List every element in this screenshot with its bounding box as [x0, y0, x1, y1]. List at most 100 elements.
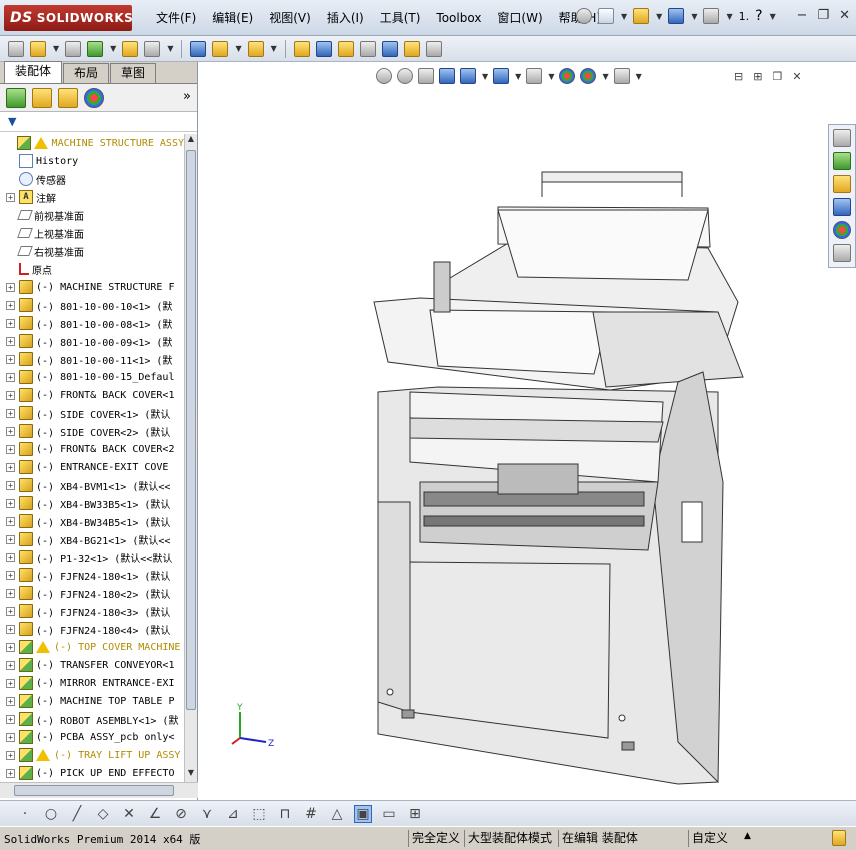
expand-icon[interactable]: +	[6, 462, 15, 472]
view-orientation-icon[interactable]	[460, 68, 476, 84]
section-view-icon[interactable]	[439, 68, 455, 84]
scroll-up-icon[interactable]: ▲	[186, 134, 196, 148]
solidworks-resources-icon[interactable]	[833, 129, 851, 147]
tree-item[interactable]: + (-) XB4-BW34B5<1> (默认	[0, 512, 184, 530]
chevron-down-icon[interactable]: ▼	[602, 72, 608, 81]
expand-icon[interactable]: +	[6, 570, 15, 580]
trim-icon[interactable]: ✕	[120, 806, 138, 822]
open-folder-icon[interactable]	[633, 8, 650, 24]
view-palette-icon[interactable]	[833, 198, 851, 216]
tab-layout[interactable]: 布局	[63, 63, 110, 83]
layout-icon[interactable]: ▭	[380, 806, 398, 822]
tab-assembly[interactable]: 装配体	[4, 61, 63, 83]
tree-item[interactable]: + (-) 801-10-00-11<1> (默	[0, 350, 184, 368]
tree-item[interactable]: + (-) FJFN24-180<2> (默认	[0, 584, 184, 602]
expand-icon[interactable]: +	[6, 354, 15, 364]
chevron-down-icon[interactable]: ▼	[548, 72, 554, 81]
print-icon[interactable]	[703, 8, 720, 24]
tree-item[interactable]: 右视基准面	[0, 242, 184, 260]
expand-icon[interactable]: +	[6, 660, 15, 670]
tree-item[interactable]: + (-) TRANSFER CONVEYOR<1	[0, 656, 184, 674]
tree-item[interactable]: + (-) TRAY LIFT UP ASSY	[0, 746, 184, 764]
chevron-down-icon[interactable]: ▼	[110, 44, 116, 53]
expand-icon[interactable]: +	[6, 318, 15, 328]
display-manager-icon[interactable]	[84, 87, 104, 108]
tree-item[interactable]: + (-) MACHINE TOP TABLE P	[0, 692, 184, 710]
new-document-icon[interactable]	[598, 8, 614, 24]
apply-scene-icon[interactable]	[580, 68, 597, 84]
expand-icon[interactable]: +	[6, 696, 15, 706]
menu-edit[interactable]: 编辑(E)	[204, 10, 261, 26]
chevron-down-icon[interactable]: ▼	[167, 44, 173, 53]
split-view-icon[interactable]: ⊟	[734, 70, 743, 83]
paperclip-icon[interactable]	[65, 40, 82, 57]
file-explorer-icon[interactable]	[833, 175, 851, 193]
property-manager-icon[interactable]	[32, 87, 52, 108]
solidworks-logo[interactable]: DS SOLIDWORKS	[4, 5, 133, 31]
expand-icon[interactable]: +	[6, 480, 15, 490]
view-settings-icon[interactable]	[613, 68, 630, 84]
status-units-custom[interactable]: 自定义	[688, 830, 731, 847]
menu-window[interactable]: 窗口(W)	[489, 10, 550, 26]
menu-insert[interactable]: 插入(I)	[319, 10, 372, 26]
tree-item[interactable]: MACHINE STRUCTURE ASSY	[0, 134, 184, 152]
chevron-down-icon[interactable]: ▼	[482, 72, 488, 81]
tree-item[interactable]: History	[0, 152, 184, 170]
point-icon[interactable]: ·	[16, 806, 34, 822]
tree-horizontal-scrollbar[interactable]	[0, 782, 198, 798]
measure-icon[interactable]: ⊓	[276, 806, 294, 822]
custom-properties-icon[interactable]	[833, 244, 851, 262]
edit-appearance-icon[interactable]	[559, 68, 576, 84]
chevron-down-icon[interactable]: ▼	[726, 12, 732, 21]
expand-icon[interactable]: +	[6, 282, 15, 292]
expand-icon[interactable]: +	[6, 624, 15, 634]
tree-item[interactable]: + (-) MACHINE STRUCTURE F	[0, 278, 184, 296]
tree-item[interactable]: + (-) PCBA ASSY_pcb only<	[0, 728, 184, 746]
tree-item[interactable]: + (-) FJFN24-180<3> (默认	[0, 602, 184, 620]
offset-icon[interactable]: ⊿	[224, 806, 242, 822]
appearances-icon[interactable]	[833, 221, 851, 239]
tree-item[interactable]: 前视基准面	[0, 206, 184, 224]
help-icon[interactable]: ?	[755, 8, 762, 24]
tab-sketch[interactable]: 草图	[110, 63, 157, 83]
expand-icon[interactable]: +	[6, 678, 15, 688]
expand-icon[interactable]: +	[6, 372, 15, 382]
tree-item[interactable]: + A 注解	[0, 188, 184, 206]
menu-file[interactable]: 文件(F)	[148, 10, 204, 26]
close-button[interactable]: ✕	[839, 8, 850, 23]
more-tabs-icon[interactable]: »	[183, 89, 191, 104]
angle-icon[interactable]: ∠	[146, 806, 164, 822]
linear-pattern-icon[interactable]	[87, 40, 104, 57]
expand-icon[interactable]: +	[6, 714, 15, 724]
hide-show-items-icon[interactable]	[526, 68, 543, 84]
expand-icon[interactable]: +	[6, 732, 15, 742]
chevron-up-icon[interactable]: ▲	[744, 831, 751, 841]
minimize-button[interactable]: −	[797, 8, 808, 23]
tree-item[interactable]: + (-) XB4-BG21<1> (默认<<	[0, 530, 184, 548]
smart-fasteners-icon[interactable]	[122, 40, 139, 57]
tree-item[interactable]: 传感器	[0, 170, 184, 188]
graphics-area[interactable]	[198, 62, 856, 800]
tree-item[interactable]: + (-) P1-32<1> (默认<<默认	[0, 548, 184, 566]
chevron-down-icon[interactable]: ▼	[770, 12, 776, 21]
expand-icon[interactable]: +	[6, 300, 15, 310]
tree-item[interactable]: + (-) PICK UP END EFFECTO	[0, 764, 184, 782]
table-icon[interactable]: ⊞	[406, 806, 424, 822]
interference-detection-icon[interactable]	[381, 40, 398, 57]
zoom-to-area-icon[interactable]	[397, 68, 413, 84]
expand-icon[interactable]: +	[6, 534, 15, 544]
restore-button[interactable]: ❐	[817, 8, 829, 23]
move-component-icon[interactable]	[144, 40, 161, 57]
filter-bar[interactable]: ▼	[0, 112, 197, 132]
new-motion-study-icon[interactable]	[293, 40, 310, 57]
chevron-down-icon[interactable]: ▼	[691, 12, 697, 21]
tree-item[interactable]: + (-) SIDE COVER<2> (默认	[0, 422, 184, 440]
expand-icon[interactable]: +	[6, 408, 15, 418]
mate-icon[interactable]	[30, 40, 46, 57]
expand-icon[interactable]: +	[6, 552, 15, 562]
chevron-down-icon[interactable]: ▼	[53, 44, 59, 53]
large-assembly-mode-icon[interactable]	[425, 40, 442, 57]
expand-icon[interactable]: +	[6, 768, 15, 778]
chevron-down-icon[interactable]: ▼	[621, 12, 627, 21]
tree-item[interactable]: + (-) FRONT& BACK COVER<2	[0, 440, 184, 458]
